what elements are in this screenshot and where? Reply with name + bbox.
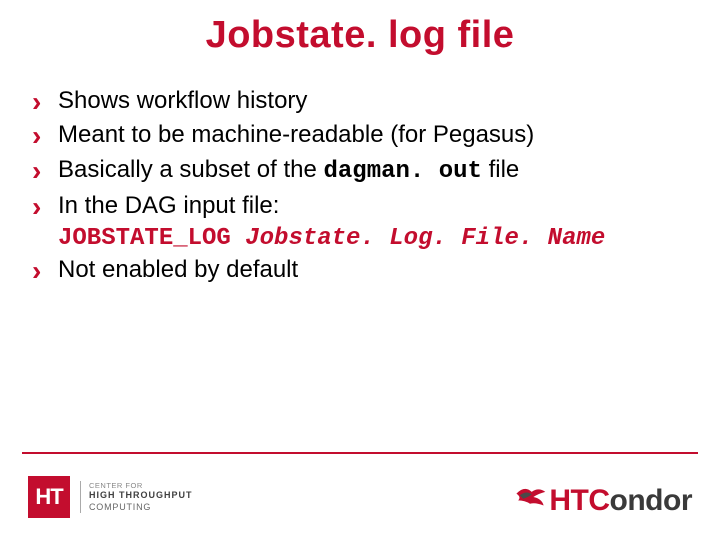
list-item: Not enabled by default	[28, 254, 692, 286]
list-item: Basically a subset of the dagman. out fi…	[28, 154, 692, 188]
logo-line: HIGH THROUGHPUT	[89, 490, 193, 501]
logo-line: COMPUTING	[89, 502, 193, 513]
footer-divider	[22, 452, 698, 454]
list-item: Shows workflow history	[28, 85, 692, 117]
logo-line: CENTER FOR	[89, 481, 193, 490]
bullet-text: Meant to be machine-readable (for Pegasu…	[58, 121, 534, 148]
bullet-text: Not enabled by default	[58, 256, 298, 283]
condor-icon	[513, 480, 547, 514]
bullet-list: Shows workflow history Meant to be machi…	[28, 85, 692, 223]
slide-title: Jobstate. log file	[0, 0, 720, 57]
logo-text-dark: ondor	[610, 484, 692, 517]
bullet-text: Shows workflow history	[58, 87, 307, 114]
list-item: In the DAG input file:	[28, 190, 692, 222]
bullet-list: Not enabled by default	[28, 254, 692, 286]
logo-chtc: HT CENTER FOR HIGH THROUGHPUT COMPUTING	[28, 476, 193, 518]
code-keyword: JOBSTATE_LOG	[58, 225, 245, 252]
logo-htcondor: HTCondor	[513, 484, 692, 518]
slide: Jobstate. log file Shows workflow histor…	[0, 0, 720, 540]
bullet-text-post: file	[482, 156, 519, 183]
logo-chtc-mark: HT	[28, 476, 70, 518]
slide-body: Shows workflow history Meant to be machi…	[0, 57, 720, 286]
code-argument: Jobstate. Log. File. Name	[245, 225, 605, 252]
list-item: Meant to be machine-readable (for Pegasu…	[28, 119, 692, 151]
logo-text-red: HTC	[549, 484, 609, 517]
logo-chtc-text: CENTER FOR HIGH THROUGHPUT COMPUTING	[80, 481, 193, 513]
bullet-text: In the DAG input file:	[58, 192, 279, 219]
bullet-text-pre: Basically a subset of the	[58, 156, 323, 183]
logo-htcondor-text: HTCondor	[549, 484, 692, 518]
code-line: JOBSTATE_LOG Jobstate. Log. File. Name	[28, 225, 692, 252]
code-inline: dagman. out	[323, 158, 481, 185]
